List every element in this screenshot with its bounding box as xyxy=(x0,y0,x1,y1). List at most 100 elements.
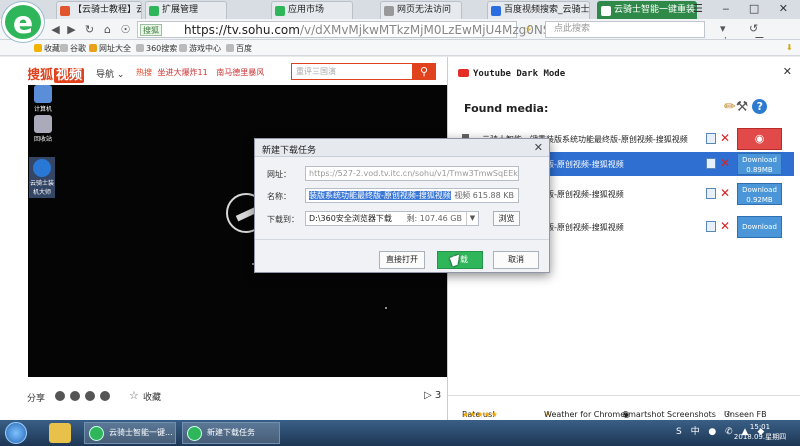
sohu-search-input[interactable]: 重评三国演 xyxy=(291,63,413,80)
sohu-logo[interactable]: 搜狐 视频 xyxy=(27,64,85,83)
tab-baidu-video-search[interactable]: 百度视频搜索_云骑士 xyxy=(487,1,590,19)
url-text: https://tv.sohu.com/v/dXMvMjkwMTkzMjM0Lz… xyxy=(184,23,558,37)
tab-app-market[interactable]: 应用市场 xyxy=(271,1,353,19)
address-bar[interactable]: 搜狐 https://tv.sohu.com/v/dXMvMjkwMTkzMjM… xyxy=(137,21,558,38)
chevron-down-icon[interactable]: ▼ xyxy=(466,212,478,225)
help-icon[interactable]: ? xyxy=(752,99,768,114)
dialog-buttons: 直接打开 下载 取消 xyxy=(255,239,549,272)
close-icon[interactable]: ✕ xyxy=(783,65,792,78)
qzone-icon[interactable] xyxy=(100,391,110,401)
lightning-icon[interactable]: ⚡ xyxy=(521,22,536,37)
close-icon[interactable]: ✕ xyxy=(534,141,543,154)
collect-button[interactable]: 收藏 xyxy=(143,390,161,403)
back-icon[interactable]: ◀ xyxy=(48,22,63,37)
url-host: https://tv.sohu.com xyxy=(184,23,300,37)
tab-extension-manager[interactable]: 扩展管理 xyxy=(145,1,227,19)
clock[interactable]: 15:01 2018.09.星期四 xyxy=(727,422,793,442)
page-icon xyxy=(60,44,68,52)
tab-yunqishi-tutorial[interactable]: 【云骑士教程】云骑 xyxy=(56,1,142,19)
hot-link[interactable]: 坐进大爆炸11 xyxy=(158,68,208,77)
tab-label: 【云骑士教程】云骑 xyxy=(73,5,141,15)
tools-icon[interactable]: ⚒ xyxy=(736,99,749,115)
tab-yunqishi-reinstall[interactable]: 云骑士智能一键重装 xyxy=(597,1,697,19)
page-icon xyxy=(226,44,234,52)
tab-label: 应用市场 xyxy=(288,5,325,15)
window-controls[interactable]: ☰ ‒ □ ✕ xyxy=(693,2,796,15)
stars-icon: ★★★★★ xyxy=(462,410,498,419)
copy-icon[interactable] xyxy=(706,158,716,169)
tab-label: 扩展管理 xyxy=(162,5,199,15)
bookmark-game-center[interactable]: 游戏中心 xyxy=(179,43,221,54)
delete-icon[interactable]: ✕ xyxy=(720,186,730,200)
delete-icon[interactable]: ✕ xyxy=(720,219,730,233)
baidu-paw-icon xyxy=(491,6,501,16)
download-dialog: 新建下载任务 ✕ 网址： https://527-2.vod.tv.itc.cn… xyxy=(254,138,550,273)
name-field[interactable]: 装版系统功能最终版-原创视频-搜狐视频 视频 615.88 KB xyxy=(305,188,519,203)
qq-icon[interactable] xyxy=(85,391,95,401)
app-market-icon xyxy=(275,6,285,16)
copy-icon[interactable] xyxy=(706,221,716,232)
download-button[interactable]: ◉ xyxy=(737,128,782,150)
tab-bar: 【云骑士教程】云骑 扩展管理 应用市场 网页无法访问 百度视频搜索_云骑士 云骑… xyxy=(0,0,800,19)
save-to-label: 下载到： xyxy=(267,215,299,224)
bookmark-baidu[interactable]: 百度 xyxy=(226,43,252,54)
url-field[interactable]: https://527-2.vod.tv.itc.cn/sohu/v1/Tmw3… xyxy=(305,166,519,181)
bookmark-favorites[interactable]: 收藏 xyxy=(34,43,60,54)
open-directly-button[interactable]: 直接打开 xyxy=(379,251,425,269)
puzzle-icon xyxy=(149,6,159,16)
tab-favicon-icon xyxy=(601,6,611,16)
weibo-icon[interactable] xyxy=(55,391,65,401)
star-icon xyxy=(34,44,42,52)
forward-icon[interactable]: ▶ xyxy=(64,22,79,37)
clock-time: 15:01 xyxy=(749,423,771,431)
tab-label: 云骑士智能一键重装 xyxy=(614,5,696,15)
desktop-icon-yunqishi[interactable]: 云骑士装机大师 xyxy=(29,157,55,198)
sohu-header: 搜狐 视频 导航 ⌄ 热搜 坐进大爆炸11 南马德里暴风 重评三国演 ⚲ xyxy=(0,57,447,85)
share-label: 分享 xyxy=(27,394,46,404)
download-button[interactable]: Download 0.92MB xyxy=(737,183,782,205)
tab-page-unreachable[interactable]: 网页无法访问 xyxy=(380,1,462,19)
page-left-margin xyxy=(0,57,28,420)
desktop-icon-recycle-bin[interactable]: 回收站 xyxy=(30,115,56,143)
broom-icon[interactable]: ✏ xyxy=(724,99,736,115)
start-button[interactable] xyxy=(5,422,27,444)
taskbar: 云骑士智能一键... 新建下载任务 S 中 ● ✆ ▲ ◆ 15:01 2018… xyxy=(0,420,800,446)
page-indicator[interactable]: ▷ 3 xyxy=(424,390,441,401)
copy-icon[interactable] xyxy=(706,133,716,144)
copy-icon[interactable] xyxy=(706,188,716,199)
youtube-icon xyxy=(458,69,469,77)
hot-link[interactable]: 南马德里暴风 xyxy=(216,68,264,77)
delete-icon[interactable]: ✕ xyxy=(720,156,730,170)
browser-icon xyxy=(89,426,104,441)
hot-tag: 热搜 xyxy=(136,68,152,77)
download-button[interactable]: Download xyxy=(737,216,782,238)
wechat-icon[interactable] xyxy=(70,391,80,401)
bookmark-google[interactable]: 谷歌 xyxy=(60,43,86,54)
search-input[interactable]: 点此搜索 xyxy=(545,21,705,38)
taskbar-item-browser[interactable]: 云骑士智能一键... xyxy=(84,422,176,444)
recycle-bin-icon xyxy=(34,115,52,133)
taskbar-item-download-task[interactable]: 新建下载任务 xyxy=(182,422,280,444)
delete-icon[interactable]: ✕ xyxy=(720,131,730,145)
bookmark-360-search[interactable]: 360搜索 xyxy=(136,43,177,54)
navigation-bar: ◀ ▶ ↻ ⌂ ☉ 搜狐 https://tv.sohu.com/v/dXMvM… xyxy=(0,19,800,48)
sohu-search-button[interactable]: ⚲ xyxy=(412,63,436,80)
browse-button[interactable]: 浏览 xyxy=(493,211,520,226)
computer-icon xyxy=(34,85,52,103)
refresh-icon[interactable]: ↻ xyxy=(82,22,97,37)
hot-search: 热搜 坐进大爆炸11 南马德里暴风 xyxy=(136,67,270,78)
shield-icon[interactable]: ☉ xyxy=(118,22,133,37)
page-icon xyxy=(384,6,394,16)
sohu-nav-menu[interactable]: 导航 ⌄ xyxy=(96,67,124,80)
download-button[interactable]: Download 0.89MB xyxy=(737,153,782,175)
url-label: 网址： xyxy=(267,170,291,179)
free-space: 剩: 107.46 GB xyxy=(406,214,462,223)
collect-icon[interactable]: ☆ xyxy=(129,389,139,402)
home-icon[interactable]: ⌂ xyxy=(100,22,115,37)
folder-icon[interactable] xyxy=(49,423,71,443)
cancel-button[interactable]: 取消 xyxy=(493,251,539,269)
save-path-select[interactable]: D:\360安全浏览器下载 剩: 107.46 GB ▼ xyxy=(305,211,479,226)
bookmark-hao123[interactable]: 网址大全 xyxy=(89,43,131,54)
desktop-icon-computer[interactable]: 计算机 xyxy=(30,85,56,113)
download-arrow-icon[interactable]: ⬇ xyxy=(786,43,793,52)
